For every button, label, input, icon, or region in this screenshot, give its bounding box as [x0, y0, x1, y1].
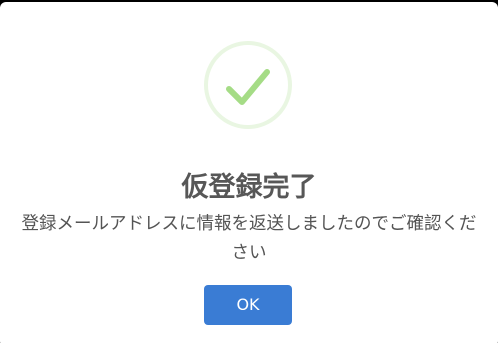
success-dialog: 仮登録完了 登録メールアドレスに情報を返送しましたのでご確認ください OK — [0, 2, 498, 343]
ok-button[interactable]: OK — [204, 285, 292, 325]
dialog-message: 登録メールアドレスに情報を返送しましたのでご確認ください — [21, 214, 477, 263]
check-icon — [226, 69, 270, 105]
success-icon-ring — [204, 41, 292, 129]
dialog-title: 仮登録完了 — [181, 172, 317, 203]
page: 仮登録完了 登録メールアドレスに情報を返送しましたのでご確認ください OK — [0, 0, 498, 343]
